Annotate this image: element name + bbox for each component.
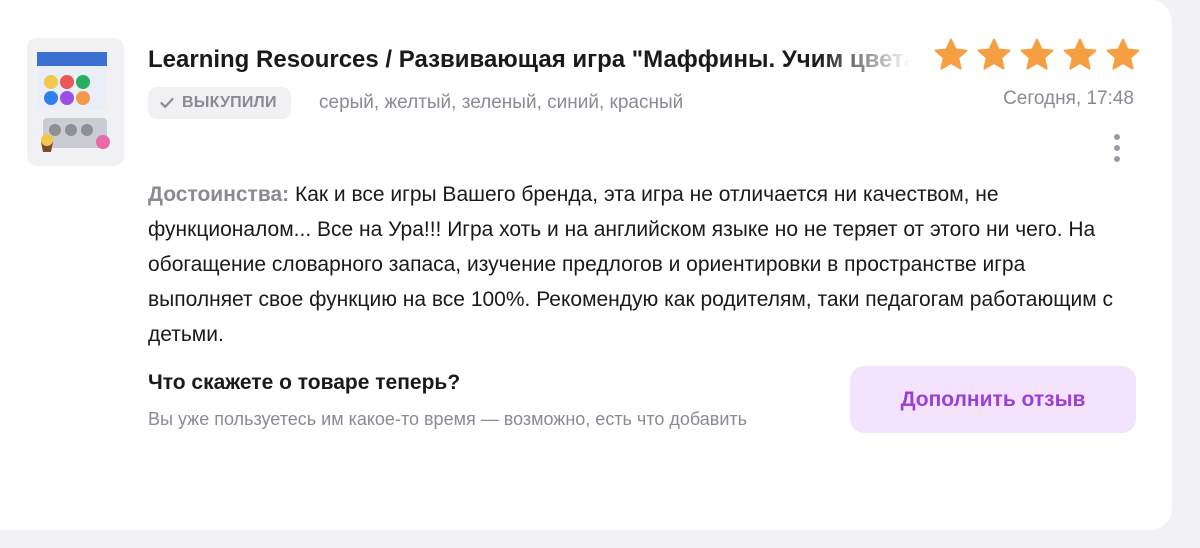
rating-stars xyxy=(932,36,1142,74)
product-variants: серый, желтый, зеленый, синий, красный xyxy=(319,92,684,113)
review-label: Достоинства: xyxy=(148,183,290,206)
purchased-badge-label: ВЫКУПИЛИ xyxy=(182,94,277,111)
review-text: Как и все игры Вашего бренда, эта игра н… xyxy=(148,183,1114,346)
product-thumbnail-image xyxy=(37,52,110,152)
more-dot-icon xyxy=(1114,145,1120,151)
star-icon xyxy=(934,38,968,70)
product-title[interactable]: Learning Resources / Развивающая игра "М… xyxy=(148,40,910,80)
star-icon xyxy=(1020,38,1054,70)
followup-title: Что скажете о товаре теперь? xyxy=(148,371,461,394)
review-card: Learning Resources / Развивающая игра "М… xyxy=(0,0,1172,530)
purchased-badge: ВЫКУПИЛИ xyxy=(148,87,291,119)
star-icon xyxy=(977,38,1011,70)
check-icon xyxy=(160,97,174,108)
review-body: Достоинства: Как и все игры Вашего бренд… xyxy=(148,177,1128,352)
star-icon xyxy=(1106,38,1140,70)
more-options-button[interactable] xyxy=(1104,130,1130,166)
star-icon xyxy=(1063,38,1097,70)
review-date: Сегодня, 17:48 xyxy=(1003,88,1134,109)
add-to-review-button[interactable]: Дополнить отзыв xyxy=(850,366,1136,433)
followup-text: Вы уже пользуетесь им какое-то время — в… xyxy=(148,409,748,429)
product-thumbnail[interactable] xyxy=(27,38,124,166)
more-dot-icon xyxy=(1114,156,1120,162)
more-dot-icon xyxy=(1114,134,1120,140)
